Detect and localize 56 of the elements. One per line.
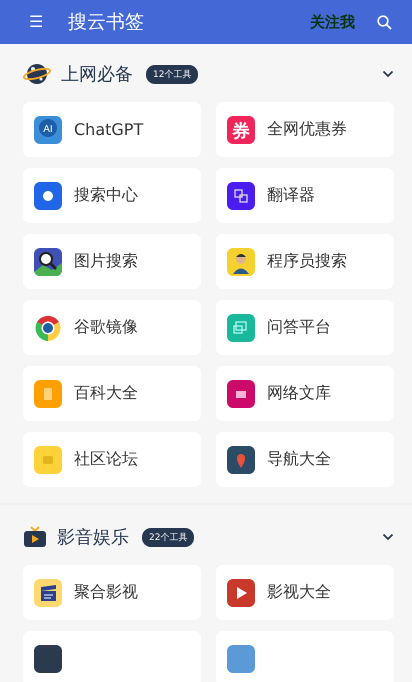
play-icon — [227, 578, 255, 606]
tool-count-badge: 12个工具 — [146, 64, 198, 84]
app-icon — [34, 446, 62, 474]
tool-name: 图片搜索 — [74, 251, 138, 272]
app-icon — [227, 644, 255, 672]
tool-name: 问答平台 — [267, 317, 331, 338]
tool-card[interactable]: 程序员搜索 — [216, 234, 394, 289]
chevron-icon[interactable] — [382, 70, 394, 78]
chevron-icon[interactable] — [382, 533, 394, 541]
tool-name: ChatGPT — [74, 120, 144, 139]
clapperboard-icon — [34, 578, 62, 606]
tool-card[interactable]: AI ChatGPT — [23, 102, 201, 157]
menu-button[interactable]: ☰ — [26, 12, 46, 32]
tool-name: 翻译器 — [267, 185, 315, 206]
app-icon — [34, 380, 62, 408]
app-icon — [227, 314, 255, 342]
tool-name: 导航大全 — [267, 449, 331, 470]
app-icon — [227, 380, 255, 408]
tv-icon — [23, 525, 47, 549]
tool-card[interactable]: 聚合影视 — [23, 565, 201, 620]
tool-card[interactable]: 影视大全 — [216, 565, 394, 620]
tool-name: 谷歌镜像 — [74, 317, 138, 338]
tool-card[interactable]: 翻译器 — [216, 168, 394, 223]
tool-name: 搜索中心 — [74, 185, 138, 206]
tool-name: 社区论坛 — [74, 449, 138, 470]
tool-card[interactable]: 谷歌镜像 — [23, 300, 201, 355]
tool-card[interactable]: 社区论坛 — [23, 432, 201, 487]
app-icon: 券 — [227, 116, 255, 144]
tool-card[interactable]: 导航大全 — [216, 432, 394, 487]
tool-name: 影视大全 — [267, 582, 331, 603]
app-icon — [34, 644, 62, 672]
tool-card[interactable]: 百科大全 — [23, 366, 201, 421]
planet-icon — [23, 62, 51, 86]
person-icon — [227, 248, 255, 276]
tool-card[interactable]: 网络文库 — [216, 366, 394, 421]
search-icon — [34, 248, 62, 276]
tool-card[interactable] — [23, 631, 201, 682]
tool-name: 程序员搜索 — [267, 251, 347, 272]
tool-count-badge: 22个工具 — [142, 528, 194, 546]
tool-card[interactable]: 图片搜索 — [23, 234, 201, 289]
app-title: 搜云书签 — [68, 10, 145, 35]
tool-name: 百科大全 — [74, 383, 138, 404]
tool-name: 网络文库 — [267, 383, 331, 404]
search-icon[interactable] — [377, 14, 392, 30]
tool-name: 全网优惠券 — [267, 119, 347, 140]
app-icon — [227, 182, 255, 210]
tool-card[interactable]: 搜索中心 — [23, 168, 201, 223]
tool-card[interactable]: 券 全网优惠券 — [216, 102, 394, 157]
map-pin-icon — [227, 446, 255, 474]
section-title: 影音娱乐 — [57, 526, 129, 549]
browser-icon — [34, 314, 62, 342]
section-title: 上网必备 — [61, 63, 133, 86]
tool-name: 聚合影视 — [74, 582, 138, 603]
app-icon: AI — [34, 116, 62, 144]
app-icon — [34, 182, 62, 210]
tool-card[interactable]: 问答平台 — [216, 300, 394, 355]
